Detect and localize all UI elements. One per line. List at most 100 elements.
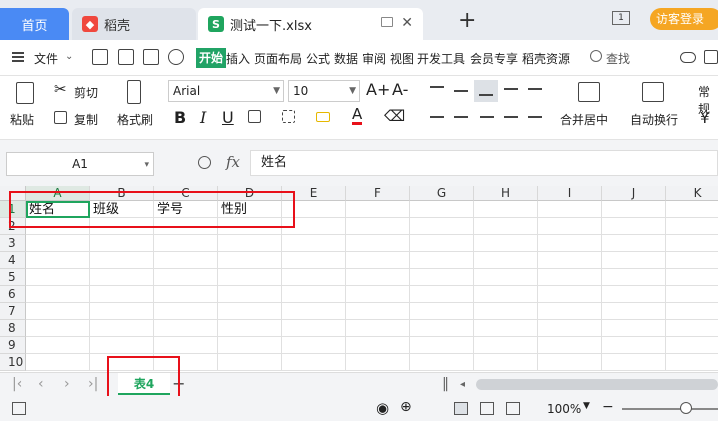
align-right-icon[interactable] [480, 116, 494, 118]
menu-page-layout[interactable]: 页面布局 [254, 50, 302, 67]
hamburger-icon[interactable] [12, 52, 24, 62]
scroll-split-icon[interactable]: ‖ [442, 376, 449, 392]
cell-g1[interactable] [410, 201, 474, 218]
copy-button[interactable]: 复制 [74, 111, 98, 128]
zoom-slider-track[interactable] [622, 408, 718, 410]
cell-b7[interactable] [90, 303, 154, 320]
close-tab-icon[interactable]: ✕ [401, 15, 413, 31]
horizontal-scrollbar[interactable] [476, 379, 718, 390]
cell-f6[interactable] [346, 286, 410, 303]
align-top-icon[interactable] [430, 86, 444, 88]
cell-b3[interactable] [90, 235, 154, 252]
cell-c6[interactable] [154, 286, 218, 303]
chevron-down-icon[interactable]: ⌄ [65, 51, 73, 62]
row-header-7[interactable]: 7 [0, 303, 26, 320]
chevron-down-icon[interactable]: ▼ [583, 401, 590, 411]
share-icon[interactable] [704, 50, 718, 64]
cell-j8[interactable] [602, 320, 666, 337]
cell-e10[interactable] [282, 354, 346, 371]
cell-g5[interactable] [410, 269, 474, 286]
cell-f10[interactable] [346, 354, 410, 371]
cell-f2[interactable] [346, 218, 410, 235]
cell-g10[interactable] [410, 354, 474, 371]
paste-icon[interactable] [16, 82, 34, 104]
cell-j4[interactable] [602, 252, 666, 269]
cell-d3[interactable] [218, 235, 282, 252]
cell-g4[interactable] [410, 252, 474, 269]
eraser-icon[interactable]: ⌫ [384, 107, 405, 125]
cell-k2[interactable] [666, 218, 718, 235]
cell-j6[interactable] [602, 286, 666, 303]
cell-h5[interactable] [474, 269, 538, 286]
column-header-h[interactable]: H [474, 186, 538, 201]
cell-d8[interactable] [218, 320, 282, 337]
row-header-9[interactable]: 9 [0, 337, 26, 354]
cell-k8[interactable] [666, 320, 718, 337]
cell-f5[interactable] [346, 269, 410, 286]
cell-e9[interactable] [282, 337, 346, 354]
cell-a7[interactable] [26, 303, 90, 320]
cell-k7[interactable] [666, 303, 718, 320]
cell-g6[interactable] [410, 286, 474, 303]
cell-e4[interactable] [282, 252, 346, 269]
cell-b5[interactable] [90, 269, 154, 286]
column-header-i[interactable]: I [538, 186, 602, 201]
cell-i4[interactable] [538, 252, 602, 269]
zoom-icon[interactable] [198, 156, 211, 169]
cell-d9[interactable] [218, 337, 282, 354]
menu-review[interactable]: 审阅 [362, 50, 386, 67]
cell-k5[interactable] [666, 269, 718, 286]
cell-k4[interactable] [666, 252, 718, 269]
indent-icon[interactable] [528, 88, 542, 90]
cell-h9[interactable] [474, 337, 538, 354]
cell-h2[interactable] [474, 218, 538, 235]
cell-g3[interactable] [410, 235, 474, 252]
justify-icon[interactable] [504, 116, 518, 118]
cell-a3[interactable] [26, 235, 90, 252]
cell-e7[interactable] [282, 303, 346, 320]
page-break-view-icon[interactable] [506, 402, 520, 415]
menu-view[interactable]: 视图 [390, 50, 414, 67]
cell-i1[interactable] [538, 201, 602, 218]
format-painter-button[interactable]: 格式刷 [117, 111, 153, 128]
row-header-8[interactable]: 8 [0, 320, 26, 337]
cell-d4[interactable] [218, 252, 282, 269]
align-middle-icon[interactable] [454, 90, 468, 92]
cell-b8[interactable] [90, 320, 154, 337]
cell-style-icon[interactable] [282, 110, 295, 123]
cell-g7[interactable] [410, 303, 474, 320]
zoom-out-button[interactable]: − [602, 399, 614, 415]
scissors-icon[interactable]: ✂ [54, 80, 67, 98]
cell-i7[interactable] [538, 303, 602, 320]
zoom-slider-knob[interactable] [680, 402, 693, 414]
borders-icon[interactable] [248, 110, 261, 123]
cell-f9[interactable] [346, 337, 410, 354]
cell-k10[interactable] [666, 354, 718, 371]
cut-button[interactable]: 剪切 [74, 84, 98, 101]
row-header-10[interactable]: 10 [0, 354, 26, 371]
menu-daoke-resources[interactable]: 稻壳资源 [522, 50, 570, 67]
print-preview-icon[interactable] [168, 49, 184, 65]
zoom-level[interactable]: 100% [547, 402, 581, 416]
cell-a9[interactable] [26, 337, 90, 354]
align-left-icon[interactable] [430, 116, 444, 118]
cell-f8[interactable] [346, 320, 410, 337]
cell-e5[interactable] [282, 269, 346, 286]
font-name-select[interactable]: Arial ▼ [168, 80, 284, 102]
font-color-button[interactable]: A [352, 107, 363, 125]
paste-button[interactable]: 粘贴 [10, 111, 34, 128]
cell-a6[interactable] [26, 286, 90, 303]
cell-c7[interactable] [154, 303, 218, 320]
cell-d5[interactable] [218, 269, 282, 286]
cell-e6[interactable] [282, 286, 346, 303]
align-bottom-button[interactable] [474, 80, 498, 102]
print-icon[interactable] [143, 49, 159, 65]
cell-j7[interactable] [602, 303, 666, 320]
cell-j5[interactable] [602, 269, 666, 286]
row-header-3[interactable]: 3 [0, 235, 26, 252]
cell-c9[interactable] [154, 337, 218, 354]
name-box[interactable]: A1 ▾ [6, 152, 154, 176]
cell-c3[interactable] [154, 235, 218, 252]
column-header-k[interactable]: K [666, 186, 718, 201]
cell-i3[interactable] [538, 235, 602, 252]
